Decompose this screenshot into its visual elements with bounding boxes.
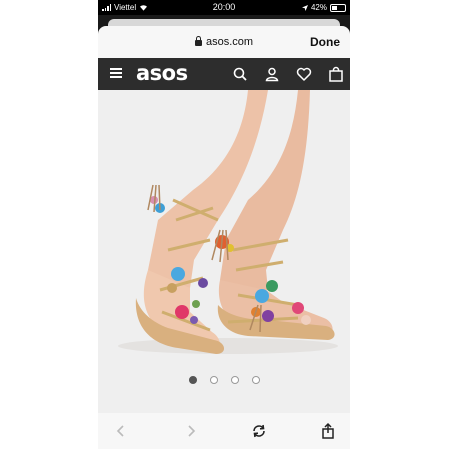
url-text: asos.com (205, 36, 254, 48)
done-button[interactable]: Done (310, 35, 340, 49)
site-header: asos (98, 58, 350, 90)
carousel-dot[interactable] (188, 376, 197, 384)
battery-icon (330, 3, 346, 12)
bag-icon[interactable] (328, 66, 344, 82)
header-icons (232, 66, 344, 82)
search-icon[interactable] (232, 66, 248, 82)
location-icon (301, 4, 308, 11)
carousel-dot[interactable] (209, 376, 218, 384)
share-icon[interactable] (319, 422, 337, 440)
status-bar: Viettel 20:00 42% (98, 0, 350, 15)
browser-toolbar (98, 413, 350, 449)
phone-screen: Viettel 20:00 42% asos.com Done asos (98, 0, 350, 449)
carousel-dot[interactable] (230, 376, 239, 384)
carousel-dots (98, 376, 350, 384)
account-icon[interactable] (264, 66, 280, 82)
product-image-carousel[interactable] (98, 90, 350, 413)
carousel-dot[interactable] (251, 376, 260, 384)
browser-url-bar: asos.com Done (98, 26, 350, 58)
menu-icon[interactable] (110, 68, 122, 78)
reload-icon[interactable] (250, 422, 268, 440)
back-arrow-icon[interactable] (112, 422, 130, 440)
heart-icon[interactable] (296, 66, 312, 82)
site-logo[interactable]: asos (136, 61, 188, 85)
lock-icon (194, 36, 202, 46)
battery-percent: 42% (310, 3, 327, 12)
status-right: 42% (301, 3, 346, 12)
product-photo (98, 90, 350, 370)
forward-arrow-icon[interactable] (182, 422, 200, 440)
